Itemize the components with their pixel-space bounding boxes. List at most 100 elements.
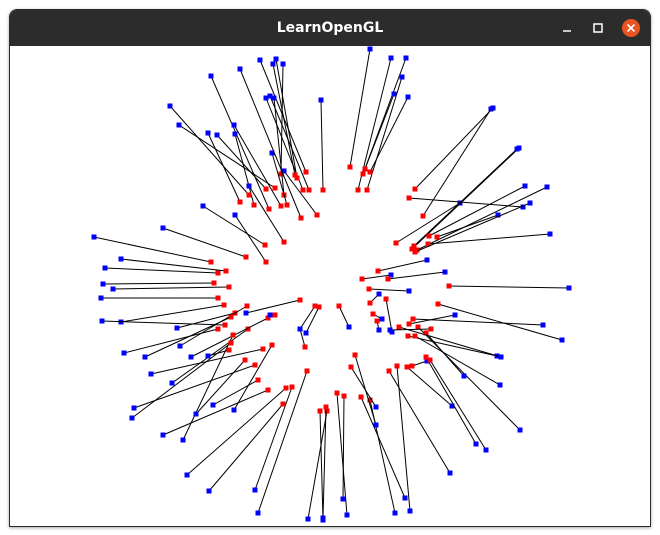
segment-end-point xyxy=(176,122,182,128)
segment-line xyxy=(436,214,499,238)
segment-line xyxy=(133,364,256,409)
segment-line xyxy=(389,328,432,331)
segment-end-point xyxy=(391,91,397,97)
segment-start-point xyxy=(266,206,272,212)
segment-start-point xyxy=(341,393,347,399)
segment-end-point xyxy=(214,132,220,138)
segment-line xyxy=(414,107,494,190)
minimize-button[interactable] xyxy=(556,17,578,39)
segment-end-point xyxy=(447,470,453,476)
maximize-button[interactable] xyxy=(587,17,609,39)
segment-line xyxy=(448,285,570,289)
segment-start-point xyxy=(410,316,416,322)
segment-end-point xyxy=(193,411,199,417)
segment-start-point xyxy=(246,192,252,198)
segment-end-point xyxy=(232,131,238,137)
segment-start-point xyxy=(242,357,248,363)
segment-end-point xyxy=(243,310,249,316)
segment-end-point xyxy=(407,508,413,514)
segment-start-point xyxy=(406,195,412,201)
segment-end-point xyxy=(424,257,430,263)
segment-end-point xyxy=(392,510,398,516)
segment-end-point xyxy=(318,97,324,103)
segment-end-point xyxy=(320,515,326,521)
close-icon xyxy=(621,18,641,38)
scene-svg xyxy=(91,46,572,523)
segment-line xyxy=(342,395,345,500)
segment-start-point xyxy=(360,171,366,177)
segment-line xyxy=(350,366,377,408)
segment-start-point xyxy=(362,166,368,172)
segment-end-point xyxy=(490,105,496,111)
segment-end-point xyxy=(169,380,175,386)
close-button[interactable] xyxy=(620,17,642,39)
segment-line xyxy=(388,370,451,474)
segment-end-point xyxy=(273,56,279,62)
segment-end-point xyxy=(205,353,211,359)
segment-start-point xyxy=(244,303,250,309)
segment-start-point xyxy=(302,344,308,350)
segment-end-point xyxy=(255,510,261,516)
segment-line xyxy=(248,185,285,243)
segment-end-point xyxy=(102,265,108,271)
segment-line xyxy=(233,344,273,411)
segment-line xyxy=(377,259,428,272)
segment-end-point xyxy=(514,146,520,152)
segment-start-point xyxy=(278,203,284,209)
segment-line xyxy=(407,335,498,357)
segment-end-point xyxy=(205,130,211,136)
segment-end-point xyxy=(566,285,572,291)
segment-start-point xyxy=(396,324,402,330)
segment-start-point xyxy=(263,186,269,192)
window-title: LearnOpenGL xyxy=(276,20,384,36)
title-bar[interactable]: LearnOpenGL xyxy=(10,10,650,46)
segment-start-point xyxy=(281,239,287,245)
segment-end-point xyxy=(131,405,137,411)
segment-line xyxy=(387,271,446,280)
segment-start-point xyxy=(263,259,269,265)
segment-end-point xyxy=(231,407,237,413)
segment-start-point xyxy=(405,333,411,339)
segment-start-point xyxy=(374,318,380,324)
segment-end-point xyxy=(344,512,350,518)
segment-start-point xyxy=(226,284,232,290)
segment-end-point xyxy=(98,295,104,301)
segment-line xyxy=(162,389,269,436)
segment-end-point xyxy=(210,402,216,408)
segment-end-point xyxy=(237,66,243,72)
segment-end-point xyxy=(280,61,286,67)
segment-end-point xyxy=(405,94,411,100)
segment-start-point xyxy=(215,270,221,276)
segment-start-point xyxy=(304,368,310,374)
segment-end-point xyxy=(200,203,206,209)
segment-start-point xyxy=(222,322,228,328)
segment-start-point xyxy=(215,326,221,332)
segment-start-point xyxy=(347,164,353,170)
segment-end-point xyxy=(142,354,148,360)
segment-start-point xyxy=(226,347,232,353)
segment-line xyxy=(178,124,276,189)
segment-line xyxy=(257,370,308,514)
segment-start-point xyxy=(420,213,426,219)
segment-line xyxy=(437,303,563,341)
segment-start-point xyxy=(208,259,214,265)
segment-end-point xyxy=(271,95,277,101)
segment-end-point xyxy=(188,354,194,360)
segment-line xyxy=(305,306,320,334)
segment-start-point xyxy=(367,169,373,175)
segment-end-point xyxy=(442,269,448,275)
segment-end-point xyxy=(388,55,394,61)
segment-start-point xyxy=(370,311,376,317)
segment-end-point xyxy=(402,495,408,501)
app-window: LearnOpenGL xyxy=(9,9,651,527)
segment-end-point xyxy=(160,432,166,438)
segment-line xyxy=(398,326,502,358)
opengl-canvas[interactable] xyxy=(10,46,650,526)
segment-line xyxy=(93,236,212,263)
segment-start-point xyxy=(404,364,410,370)
segment-start-point xyxy=(221,302,227,308)
segment-start-point xyxy=(336,303,342,309)
segment-start-point xyxy=(412,333,418,339)
segment-line xyxy=(112,286,230,290)
segment-start-point xyxy=(394,363,400,369)
